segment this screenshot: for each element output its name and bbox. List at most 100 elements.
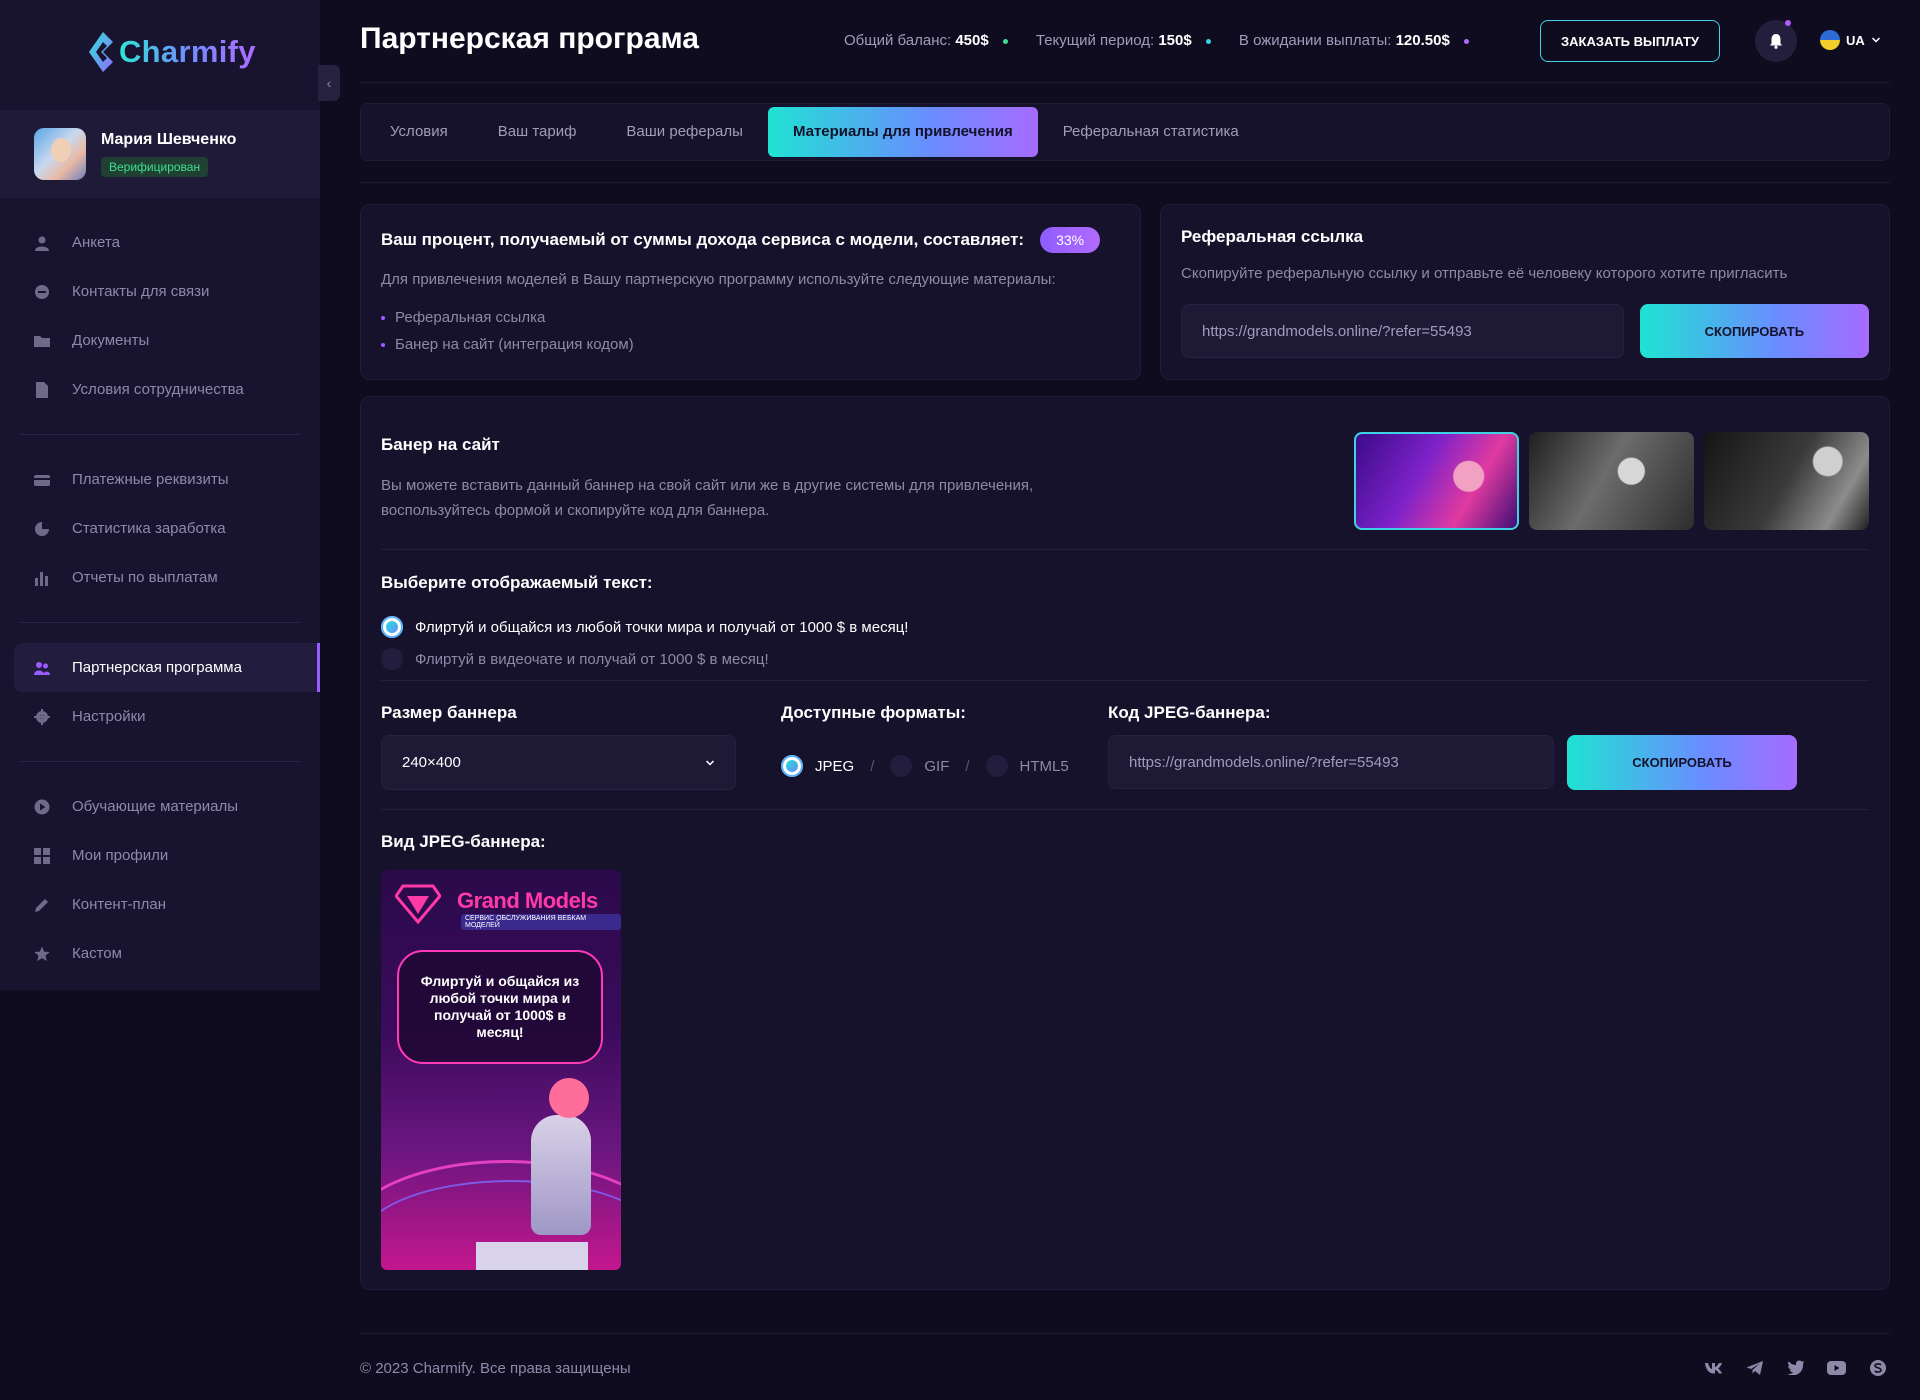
stat-label: Общий баланс: — [844, 32, 952, 49]
sidebar-item-settings[interactable]: Настройки — [0, 692, 320, 741]
text-option-label: Флиртуй и общайся из любой точки мира и … — [415, 618, 909, 636]
sidebar-item-profile[interactable]: Анкета — [0, 218, 320, 267]
stat-total-balance: Общий баланс: 450$ — [844, 32, 1008, 49]
order-payout-button[interactable]: ЗАКАЗАТЬ ВЫПЛАТУ — [1540, 20, 1720, 62]
card-icon — [34, 472, 50, 488]
banner-size-select[interactable]: 240×400 — [381, 735, 736, 790]
user-name: Мария Шевченко — [101, 131, 237, 148]
sidebar-item-label: Условия сотрудничества — [72, 381, 244, 398]
file-icon — [34, 381, 50, 398]
play-icon — [34, 799, 50, 815]
banner-preview-image: Grand Models СЕРВИС ОБСЛУЖИВАНИЯ ВЕБКАМ … — [381, 870, 621, 1270]
social-links — [1704, 1358, 1887, 1377]
status-dot-icon — [1002, 38, 1008, 44]
sidebar-item-my-profiles[interactable]: Мои профили — [0, 831, 320, 880]
banner-thumbnail[interactable] — [1704, 432, 1869, 530]
sidebar-nav: Анкета Контакты для связи Документы Усло… — [0, 218, 320, 978]
sidebar-item-content-plan[interactable]: Контент-план — [0, 880, 320, 929]
chat-icon — [34, 284, 50, 300]
sidebar-divider — [20, 761, 300, 762]
copy-banner-code-button[interactable]: СКОПИРОВАТЬ — [1567, 735, 1797, 790]
format-label-html5[interactable]: HTML5 — [1020, 758, 1069, 775]
radio-selected-icon[interactable] — [781, 755, 803, 777]
sidebar-item-terms[interactable]: Условия сотрудничества — [0, 365, 320, 414]
separator: / — [870, 757, 875, 775]
format-label-gif[interactable]: GIF — [924, 758, 949, 775]
banner-code-title: Код JPEG-баннера: — [1108, 703, 1271, 722]
sidebar-collapse-button[interactable]: ‹ — [318, 65, 340, 101]
vk-icon[interactable] — [1704, 1358, 1723, 1377]
youtube-icon[interactable] — [1827, 1358, 1846, 1377]
banner-code-field[interactable]: https://grandmodels.online/?refer=55493 — [1108, 735, 1554, 789]
sidebar-item-documents[interactable]: Документы — [0, 316, 320, 365]
sidebar-divider — [20, 622, 300, 623]
grid-icon — [34, 847, 50, 864]
notifications-button[interactable] — [1755, 20, 1797, 62]
app-logo[interactable]: Charmify — [85, 30, 256, 74]
sidebar-item-label: Контакты для связи — [72, 283, 210, 300]
banner-preview-title: Вид JPEG-баннера: — [381, 832, 546, 851]
podium — [476, 1242, 588, 1270]
stat-value: 120.50$ — [1395, 32, 1450, 49]
sidebar-item-payout-reports[interactable]: Отчеты по выплатам — [0, 553, 320, 602]
sidebar-item-label: Мои профили — [72, 847, 169, 864]
sidebar-item-label: Настройки — [72, 708, 146, 725]
sidebar-item-training[interactable]: Обучающие материалы — [0, 782, 320, 831]
page-title: Партнерская програма — [360, 22, 699, 55]
balance-stats: Общий баланс: 450$ Текущий период: 150$ … — [844, 32, 1469, 49]
radio-empty-icon[interactable] — [890, 755, 913, 777]
sidebar-item-payment-details[interactable]: Платежные реквизиты — [0, 455, 320, 504]
tab-conditions[interactable]: Условия — [365, 107, 473, 157]
format-options: JPEG / GIF / HTML5 — [781, 755, 1069, 777]
bar-chart-icon — [34, 570, 50, 586]
chevron-down-icon — [1871, 37, 1880, 43]
tabs-divider — [360, 182, 1890, 183]
sidebar-divider — [20, 434, 300, 435]
stat-current-period: Текущий период: 150$ — [1036, 32, 1211, 49]
choose-text-title: Выберите отображаемый текст: — [381, 573, 653, 592]
tab-your-referrals[interactable]: Ваши рефералы — [601, 107, 768, 157]
banner-image-picker — [1354, 432, 1869, 530]
header-divider — [360, 82, 1890, 83]
sidebar-item-label: Контент-план — [72, 896, 167, 913]
twitter-icon[interactable] — [1786, 1358, 1805, 1377]
language-selector[interactable]: UA — [1820, 30, 1881, 50]
radio-selected-icon — [381, 616, 403, 638]
text-option-2[interactable]: Флиртуй в видеочате и получай от 1000 $ … — [381, 648, 769, 670]
status-dot-icon — [1464, 38, 1469, 44]
sidebar-item-contacts[interactable]: Контакты для связи — [0, 267, 320, 316]
banner-thumbnail[interactable] — [1529, 432, 1694, 530]
copy-referral-button[interactable]: СКОПИРОВАТЬ — [1639, 304, 1869, 358]
status-dot-icon — [1205, 38, 1211, 44]
footer-divider — [360, 1333, 1890, 1334]
copyright: © 2023 Charmify. Все права защищены — [360, 1360, 631, 1377]
pie-chart-icon — [34, 521, 50, 537]
tab-your-tariff[interactable]: Ваш тариф — [473, 107, 602, 157]
sidebar-item-label: Документы — [72, 332, 150, 349]
telegram-icon[interactable] — [1745, 1358, 1764, 1377]
chevron-down-icon — [705, 759, 715, 766]
stat-label: Текущий период: — [1035, 32, 1155, 49]
tab-referral-stats[interactable]: Реферальная статистика — [1038, 107, 1264, 157]
text-option-1[interactable]: Флиртуй и общайся из любой точки мира и … — [381, 616, 908, 638]
sidebar-item-partner-program[interactable]: Партнерская программа — [14, 643, 320, 692]
sidebar-item-earnings-stats[interactable]: Статистика заработка — [0, 504, 320, 553]
format-label-jpeg[interactable]: JPEG — [815, 758, 854, 775]
banner-brand: Grand Models — [457, 888, 598, 913]
sidebar-item-label: Партнерская программа — [72, 659, 242, 676]
skype-icon[interactable] — [1868, 1358, 1887, 1377]
user-card[interactable]: Мария Шевченко Верифицирован — [0, 110, 320, 198]
radio-empty-icon[interactable] — [985, 755, 1008, 777]
list-item: Банер на сайт (интеграция кодом) — [381, 331, 1120, 358]
banner-subtitle: СЕРВИС ОБСЛУЖИВАНИЯ ВЕБКАМ МОДЕЛЕЙ — [461, 914, 621, 930]
sidebar-item-custom[interactable]: Кастом — [0, 929, 320, 978]
banner-size-value: 240×400 — [402, 754, 461, 771]
stat-value: 150$ — [1158, 32, 1192, 49]
referral-link-field[interactable]: https://grandmodels.online/?refer=55493 — [1181, 304, 1624, 358]
sidebar-item-label: Анкета — [72, 234, 120, 251]
banner-thumbnail-selected[interactable] — [1354, 432, 1519, 530]
banner-slogan: Флиртуй и общайся из любой точки мира и … — [397, 950, 603, 1064]
radio-empty-icon — [381, 648, 403, 670]
diamond-logo-icon — [395, 884, 441, 924]
tab-materials[interactable]: Материалы для привлечения — [767, 107, 1038, 157]
